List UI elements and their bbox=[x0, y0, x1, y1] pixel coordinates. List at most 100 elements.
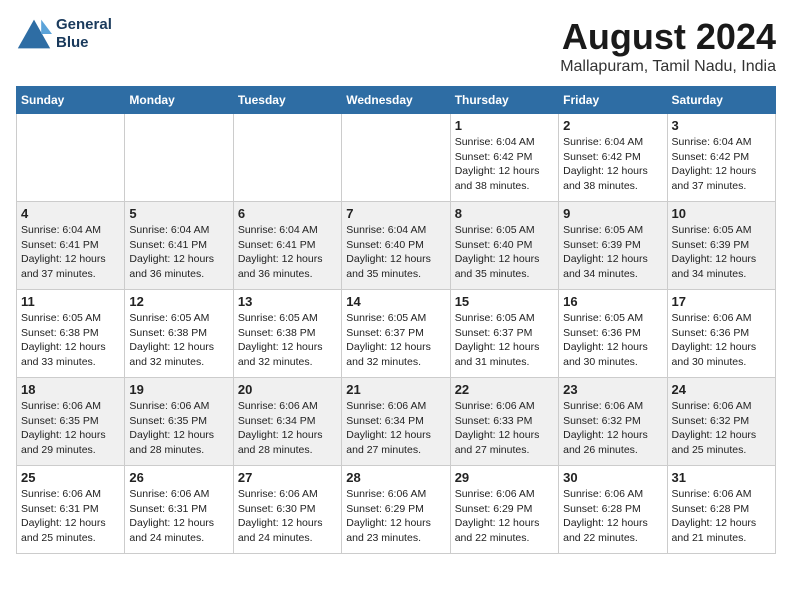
header-friday: Friday bbox=[559, 87, 667, 114]
day-number: 28 bbox=[346, 470, 445, 485]
calendar-header-row: SundayMondayTuesdayWednesdayThursdayFrid… bbox=[17, 87, 776, 114]
header-monday: Monday bbox=[125, 87, 233, 114]
calendar-day-cell: 17Sunrise: 6:06 AM Sunset: 6:36 PM Dayli… bbox=[667, 290, 775, 378]
day-number: 14 bbox=[346, 294, 445, 309]
day-number: 4 bbox=[21, 206, 120, 221]
calendar-day-cell: 20Sunrise: 6:06 AM Sunset: 6:34 PM Dayli… bbox=[233, 378, 341, 466]
empty-cell bbox=[125, 114, 233, 202]
day-info: Sunrise: 6:05 AM Sunset: 6:38 PM Dayligh… bbox=[129, 311, 228, 370]
calendar-day-cell: 10 Sunrise: 6:05 AM Sunset: 6:39 PM Dayli… bbox=[667, 202, 775, 290]
day-number: 1 bbox=[455, 118, 554, 133]
day-info: Sunrise: 6:06 AM Sunset: 6:32 PM Dayligh… bbox=[563, 399, 662, 458]
day-info: Sunrise: 6:05 AM Sunset: 6:38 PM Dayligh… bbox=[238, 311, 337, 370]
calendar-day-cell: 29 Sunrise: 6:06 AM Sunset: 6:29 PM Dayli… bbox=[450, 466, 558, 554]
day-info: Sunrise: 6:06 AM Sunset: 6:30 PM Dayligh… bbox=[238, 487, 337, 546]
calendar-day-cell: 12Sunrise: 6:05 AM Sunset: 6:38 PM Dayli… bbox=[125, 290, 233, 378]
day-number: 2 bbox=[563, 118, 662, 133]
calendar-table: SundayMondayTuesdayWednesdayThursdayFrid… bbox=[16, 86, 776, 554]
calendar-day-cell: 18 Sunrise: 6:06 AM Sunset: 6:35 PM Dayli… bbox=[17, 378, 125, 466]
calendar-day-cell: 5 Sunrise: 6:04 AM Sunset: 6:41 PM Daylig… bbox=[125, 202, 233, 290]
day-number: 25 bbox=[21, 470, 120, 485]
day-info: Sunrise: 6:04 AM Sunset: 6:42 PM Dayligh… bbox=[563, 135, 662, 194]
calendar-week-row: 25 Sunrise: 6:06 AM Sunset: 6:31 PM Dayli… bbox=[17, 466, 776, 554]
day-number: 8 bbox=[455, 206, 554, 221]
day-number: 27 bbox=[238, 470, 337, 485]
calendar-week-row: 4 Sunrise: 6:04 AM Sunset: 6:41 PM Daylig… bbox=[17, 202, 776, 290]
day-number: 13 bbox=[238, 294, 337, 309]
calendar-day-cell: 31Sunrise: 6:06 AM Sunset: 6:28 PM Dayli… bbox=[667, 466, 775, 554]
day-info: Sunrise: 6:06 AM Sunset: 6:31 PM Dayligh… bbox=[129, 487, 228, 546]
day-number: 30 bbox=[563, 470, 662, 485]
day-number: 22 bbox=[455, 382, 554, 397]
header-saturday: Saturday bbox=[667, 87, 775, 114]
title-area: August 2024 Mallapuram, Tamil Nadu, Indi… bbox=[560, 16, 776, 76]
day-info: Sunrise: 6:04 AM Sunset: 6:41 PM Dayligh… bbox=[129, 223, 228, 282]
calendar-day-cell: 1 Sunrise: 6:04 AM Sunset: 6:42 PM Daylig… bbox=[450, 114, 558, 202]
day-info: Sunrise: 6:05 AM Sunset: 6:39 PM Dayligh… bbox=[563, 223, 662, 282]
page-title: August 2024 bbox=[560, 16, 776, 58]
day-info: Sunrise: 6:04 AM Sunset: 6:40 PM Dayligh… bbox=[346, 223, 445, 282]
logo-text: General Blue bbox=[56, 16, 112, 52]
calendar-week-row: 18 Sunrise: 6:06 AM Sunset: 6:35 PM Dayli… bbox=[17, 378, 776, 466]
calendar-day-cell: 30 Sunrise: 6:06 AM Sunset: 6:28 PM Dayli… bbox=[559, 466, 667, 554]
day-info: Sunrise: 6:06 AM Sunset: 6:35 PM Dayligh… bbox=[21, 399, 120, 458]
calendar-day-cell: 2 Sunrise: 6:04 AM Sunset: 6:42 PM Daylig… bbox=[559, 114, 667, 202]
day-info: Sunrise: 6:06 AM Sunset: 6:35 PM Dayligh… bbox=[129, 399, 228, 458]
header-tuesday: Tuesday bbox=[233, 87, 341, 114]
calendar-day-cell: 21 Sunrise: 6:06 AM Sunset: 6:34 PM Dayli… bbox=[342, 378, 450, 466]
day-info: Sunrise: 6:05 AM Sunset: 6:36 PM Dayligh… bbox=[563, 311, 662, 370]
day-info: Sunrise: 6:06 AM Sunset: 6:34 PM Dayligh… bbox=[346, 399, 445, 458]
day-info: Sunrise: 6:06 AM Sunset: 6:29 PM Dayligh… bbox=[455, 487, 554, 546]
calendar-day-cell: 3 Sunrise: 6:04 AM Sunset: 6:42 PM Daylig… bbox=[667, 114, 775, 202]
calendar-day-cell: 4 Sunrise: 6:04 AM Sunset: 6:41 PM Daylig… bbox=[17, 202, 125, 290]
day-info: Sunrise: 6:04 AM Sunset: 6:41 PM Dayligh… bbox=[21, 223, 120, 282]
logo: General Blue bbox=[16, 16, 112, 52]
day-number: 16 bbox=[563, 294, 662, 309]
day-number: 18 bbox=[21, 382, 120, 397]
day-info: Sunrise: 6:04 AM Sunset: 6:42 PM Dayligh… bbox=[672, 135, 771, 194]
header-thursday: Thursday bbox=[450, 87, 558, 114]
calendar-day-cell: 6Sunrise: 6:04 AM Sunset: 6:41 PM Daylig… bbox=[233, 202, 341, 290]
day-number: 11 bbox=[21, 294, 120, 309]
day-number: 26 bbox=[129, 470, 228, 485]
day-info: Sunrise: 6:06 AM Sunset: 6:31 PM Dayligh… bbox=[21, 487, 120, 546]
day-number: 10 bbox=[672, 206, 771, 221]
calendar-day-cell: 19 Sunrise: 6:06 AM Sunset: 6:35 PM Dayli… bbox=[125, 378, 233, 466]
day-info: Sunrise: 6:04 AM Sunset: 6:42 PM Dayligh… bbox=[455, 135, 554, 194]
logo-icon bbox=[16, 16, 52, 52]
day-number: 9 bbox=[563, 206, 662, 221]
day-number: 29 bbox=[455, 470, 554, 485]
day-info: Sunrise: 6:05 AM Sunset: 6:40 PM Dayligh… bbox=[455, 223, 554, 282]
calendar-day-cell: 16 Sunrise: 6:05 AM Sunset: 6:36 PM Dayli… bbox=[559, 290, 667, 378]
day-number: 5 bbox=[129, 206, 228, 221]
calendar-day-cell: 15Sunrise: 6:05 AM Sunset: 6:37 PM Dayli… bbox=[450, 290, 558, 378]
header-sunday: Sunday bbox=[17, 87, 125, 114]
calendar-week-row: 11 Sunrise: 6:05 AM Sunset: 6:38 PM Dayli… bbox=[17, 290, 776, 378]
page-subtitle: Mallapuram, Tamil Nadu, India bbox=[560, 58, 776, 76]
day-number: 15 bbox=[455, 294, 554, 309]
day-number: 3 bbox=[672, 118, 771, 133]
calendar-day-cell: 26 Sunrise: 6:06 AM Sunset: 6:31 PM Dayli… bbox=[125, 466, 233, 554]
calendar-day-cell: 24Sunrise: 6:06 AM Sunset: 6:32 PM Dayli… bbox=[667, 378, 775, 466]
day-info: Sunrise: 6:06 AM Sunset: 6:28 PM Dayligh… bbox=[563, 487, 662, 546]
day-info: Sunrise: 6:04 AM Sunset: 6:41 PM Dayligh… bbox=[238, 223, 337, 282]
day-info: Sunrise: 6:06 AM Sunset: 6:34 PM Dayligh… bbox=[238, 399, 337, 458]
calendar-day-cell: 13 Sunrise: 6:05 AM Sunset: 6:38 PM Dayli… bbox=[233, 290, 341, 378]
calendar-week-row: 1 Sunrise: 6:04 AM Sunset: 6:42 PM Daylig… bbox=[17, 114, 776, 202]
day-number: 21 bbox=[346, 382, 445, 397]
day-number: 24 bbox=[672, 382, 771, 397]
header: General Blue August 2024 Mallapuram, Tam… bbox=[16, 16, 776, 76]
day-info: Sunrise: 6:06 AM Sunset: 6:36 PM Dayligh… bbox=[672, 311, 771, 370]
day-info: Sunrise: 6:05 AM Sunset: 6:39 PM Dayligh… bbox=[672, 223, 771, 282]
calendar-day-cell: 23 Sunrise: 6:06 AM Sunset: 6:32 PM Dayli… bbox=[559, 378, 667, 466]
empty-cell bbox=[233, 114, 341, 202]
calendar-day-cell: 27 Sunrise: 6:06 AM Sunset: 6:30 PM Dayli… bbox=[233, 466, 341, 554]
day-number: 23 bbox=[563, 382, 662, 397]
day-info: Sunrise: 6:05 AM Sunset: 6:37 PM Dayligh… bbox=[346, 311, 445, 370]
calendar-day-cell: 22Sunrise: 6:06 AM Sunset: 6:33 PM Dayli… bbox=[450, 378, 558, 466]
empty-cell bbox=[342, 114, 450, 202]
day-number: 19 bbox=[129, 382, 228, 397]
calendar-day-cell: 14 Sunrise: 6:05 AM Sunset: 6:37 PM Dayli… bbox=[342, 290, 450, 378]
day-info: Sunrise: 6:05 AM Sunset: 6:38 PM Dayligh… bbox=[21, 311, 120, 370]
day-number: 7 bbox=[346, 206, 445, 221]
